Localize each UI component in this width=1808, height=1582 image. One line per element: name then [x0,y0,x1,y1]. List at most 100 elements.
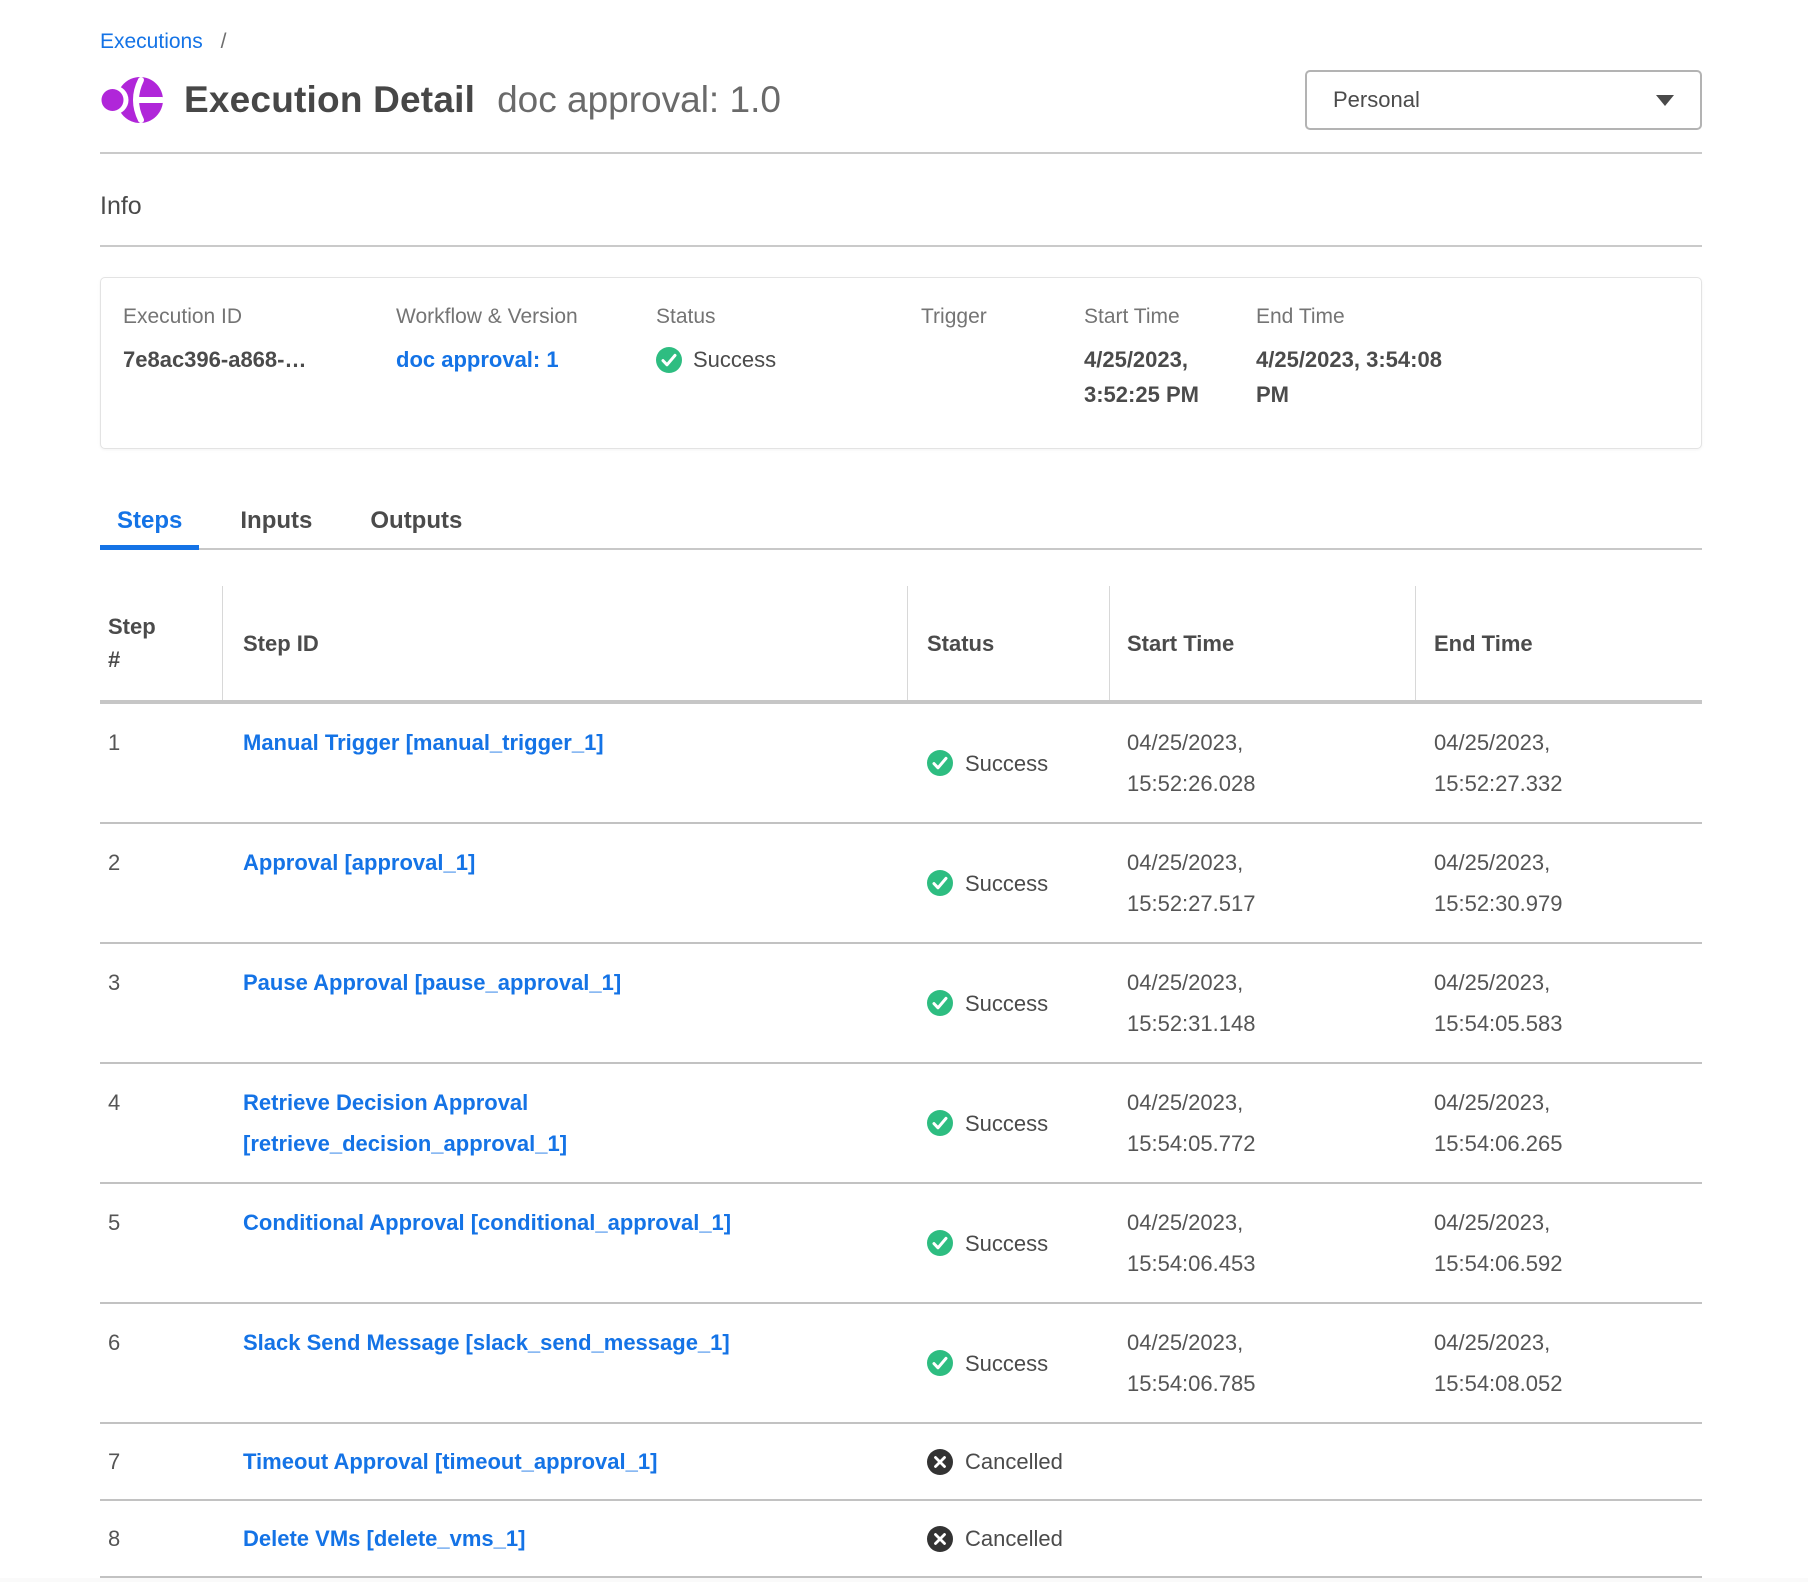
tab-inputs[interactable]: Inputs [223,497,329,548]
breadcrumb: Executions / [100,30,1702,54]
tab-label: Steps [117,507,182,534]
column-label: Step ID [243,627,319,660]
status-cell: Success [908,722,1110,804]
tab-label: Inputs [240,507,312,534]
step-id-link[interactable]: Pause Approval [pause_approval_1] [243,962,621,1003]
footer-strip [0,1578,1808,1582]
info-field: Execution ID 7e8ac396-a868-… [123,305,396,412]
info-field: Workflow & Version doc approval: 1 [396,305,656,412]
end-time-value: 04/25/2023, 15:54:06.592 [1434,1202,1606,1284]
success-icon [927,750,953,776]
step-id-link[interactable]: Manual Trigger [manual_trigger_1] [243,722,604,763]
tab-label: Outputs [370,507,462,534]
table-row: 4 Retrieve Decision Approval [retrieve_d… [100,1064,1702,1184]
end-time-cell [1416,1518,1702,1559]
info-field-value: Success [656,342,921,377]
info-field-value: 7e8ac396-a868-… [123,342,396,377]
info-divider [100,245,1702,247]
success-icon [656,347,682,373]
status-cell: Success [908,1082,1110,1164]
status-cell: Cancelled [908,1518,1110,1559]
success-icon [927,1350,953,1376]
workspace-dropdown[interactable]: Personal [1305,70,1702,130]
info-field: Trigger [921,305,1084,412]
column-header: End Time [1416,586,1702,700]
column-header: Start Time [1110,586,1416,700]
breadcrumb-executions-link[interactable]: Executions [100,30,203,53]
step-number: 7 [100,1441,223,1482]
info-field: Start Time 4/25/2023, 3:52:25 PM [1084,305,1256,412]
status-label: Success [965,1223,1048,1264]
end-time-value: 04/25/2023, 15:54:05.583 [1434,962,1606,1044]
info-field-label: Trigger [921,305,1084,329]
info-field-label: End Time [1256,305,1691,329]
title-block: Execution Detail doc approval: 1.0 [100,70,781,130]
status-cell: Success [908,1202,1110,1284]
start-time-cell: 04/25/2023, 15:52:27.517 [1110,842,1416,924]
status-cell: Success [908,842,1110,924]
info-field-value: 4/25/2023, 3:54:08 PM [1256,342,1691,412]
step-id-link[interactable]: Approval [approval_1] [243,842,475,883]
steps-table-header: Step # Step ID Status Start Time End Tim… [100,586,1702,704]
end-time-cell: 04/25/2023, 15:54:08.052 [1416,1322,1702,1404]
column-header: Step # [100,586,223,700]
steps-table: Step # Step ID Status Start Time End Tim… [100,586,1702,1578]
step-id-link[interactable]: Retrieve Decision Approval [retrieve_dec… [243,1082,803,1164]
step-number: 5 [100,1202,223,1284]
success-icon [927,1230,953,1256]
end-time-cell: 04/25/2023, 15:52:30.979 [1416,842,1702,924]
table-row: 5 Conditional Approval [conditional_appr… [100,1184,1702,1304]
success-icon [927,870,953,896]
start-time-value: 04/25/2023, 15:52:26.028 [1127,722,1299,804]
info-field-label: Status [656,305,921,329]
step-id-link[interactable]: Delete VMs [delete_vms_1] [243,1518,525,1559]
info-field-value: doc approval: 1 [396,342,656,377]
end-time-value: 04/25/2023, 15:52:30.979 [1434,842,1606,924]
column-label: Status [927,627,994,660]
column-label: End Time [1434,627,1533,660]
end-time-cell [1416,1441,1702,1482]
cancelled-icon [927,1526,953,1552]
info-field-label: Execution ID [123,305,396,329]
status-cell: Success [908,962,1110,1044]
table-row: 6 Slack Send Message [slack_send_message… [100,1304,1702,1424]
status-cell: Success [908,1322,1110,1404]
workflow-version-link[interactable]: doc approval: 1 [396,342,559,377]
end-time-value: 04/25/2023, 15:54:08.052 [1434,1322,1606,1404]
step-id-link[interactable]: Conditional Approval [conditional_approv… [243,1202,731,1243]
end-time-value: 04/25/2023, 15:54:06.265 [1434,1082,1606,1164]
title-row: Execution Detail doc approval: 1.0 Perso… [100,70,1702,130]
header-divider [100,152,1702,154]
tab-steps[interactable]: Steps [100,497,199,548]
end-time-cell: 04/25/2023, 15:54:06.265 [1416,1082,1702,1164]
breadcrumb-separator: / [221,30,227,53]
start-time-cell: 04/25/2023, 15:54:05.772 [1110,1082,1416,1164]
table-row: 2 Approval [approval_1] Success 04/25/20… [100,824,1702,944]
step-number: 6 [100,1322,223,1404]
chevron-down-icon [1656,95,1674,106]
start-time-cell [1110,1441,1416,1482]
step-number: 8 [100,1518,223,1559]
step-number: 1 [100,722,223,804]
table-row: 7 Timeout Approval [timeout_approval_1] … [100,1424,1702,1501]
start-time-cell: 04/25/2023, 15:54:06.785 [1110,1322,1416,1404]
step-number: 4 [100,1082,223,1164]
page-title: Execution Detail [184,79,475,121]
start-time-value: 04/25/2023, 15:52:31.148 [1127,962,1299,1044]
status-label: Success [965,1103,1048,1144]
tab-outputs[interactable]: Outputs [353,497,479,548]
column-header: Status [908,586,1110,700]
info-field-value: 4/25/2023, 3:52:25 PM [1084,342,1256,412]
step-number: 3 [100,962,223,1044]
step-id-link[interactable]: Slack Send Message [slack_send_message_1… [243,1322,730,1363]
step-id-link[interactable]: Timeout Approval [timeout_approval_1] [243,1441,657,1482]
cancelled-icon [927,1449,953,1475]
start-time-value: 04/25/2023, 15:52:27.517 [1127,842,1299,924]
end-time-cell: 04/25/2023, 15:52:27.332 [1416,722,1702,804]
start-time-cell: 04/25/2023, 15:54:06.453 [1110,1202,1416,1284]
info-field-value-text: 4/25/2023, 3:52:25 PM [1084,342,1256,412]
page-subtitle: doc approval: 1.0 [497,79,781,121]
status-label: Cancelled [965,1441,1063,1482]
start-time-value: 04/25/2023, 15:54:06.785 [1127,1322,1299,1404]
info-field: Status Success [656,305,921,412]
